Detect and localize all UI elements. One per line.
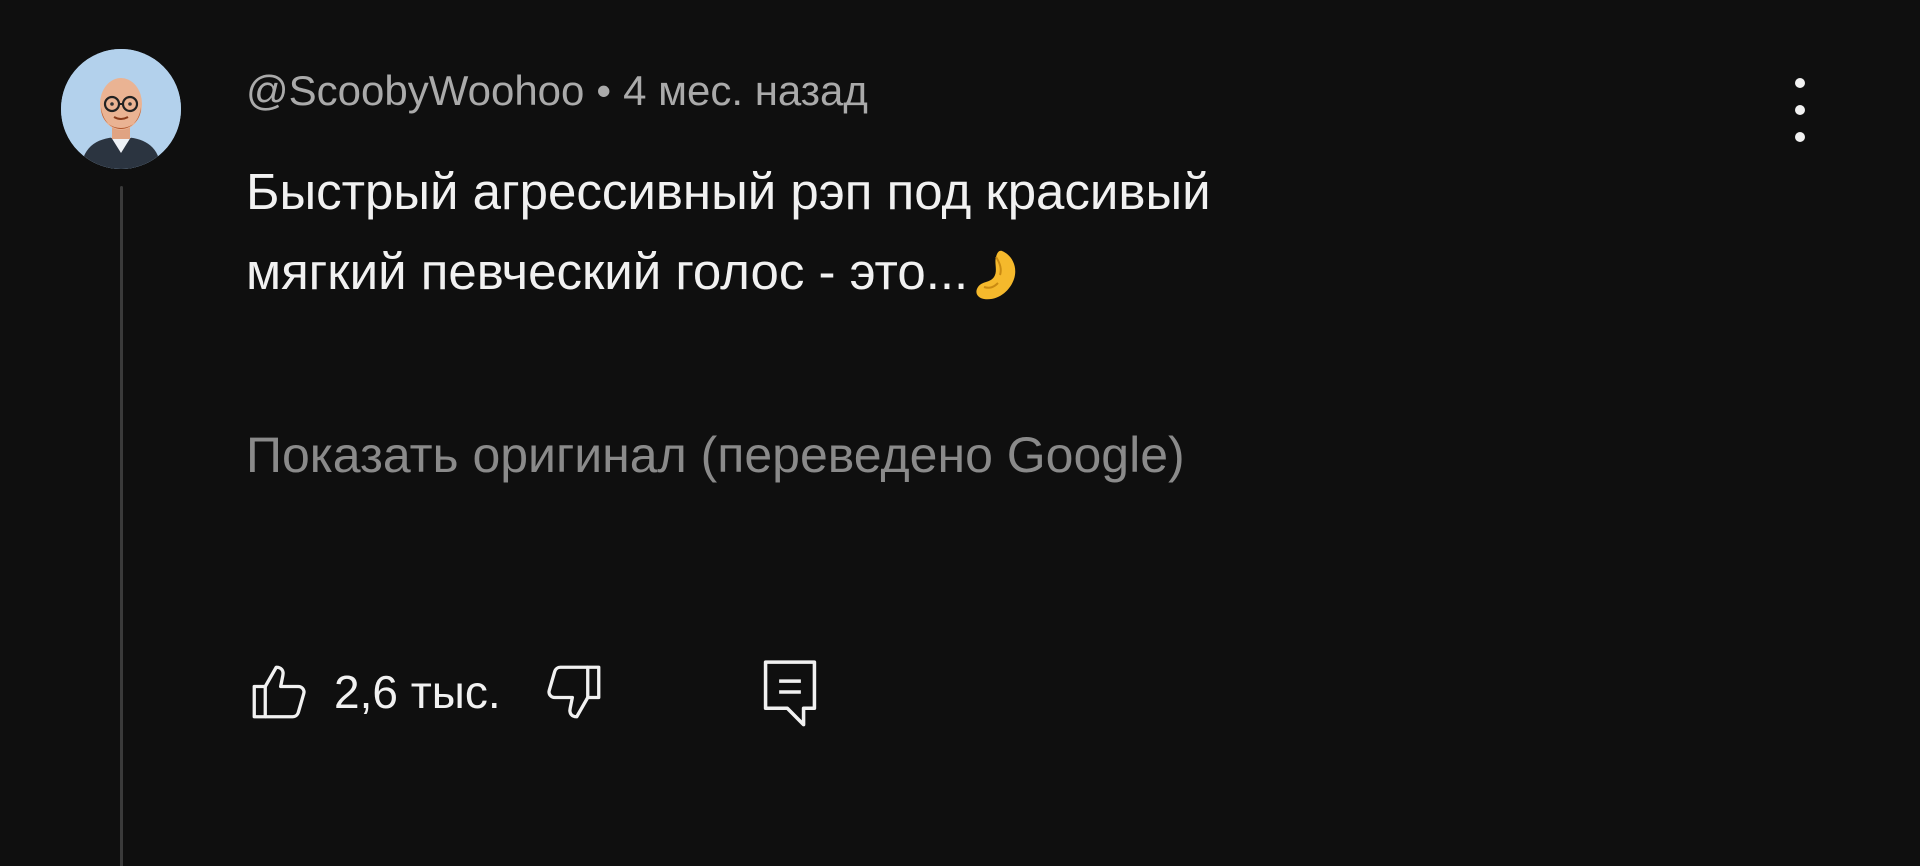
comment-text-line: Быстрый агрессивный рэп под красивый [246, 163, 1211, 220]
comment-text-line: мягкий певческий голос - это... [246, 232, 1646, 312]
avatar-image [61, 49, 181, 169]
more-options-button[interactable] [1778, 72, 1822, 148]
thumbs-up-icon [252, 665, 306, 719]
comment-text: Быстрый агрессивный рэп под красивый мяг… [246, 152, 1646, 312]
thumbs-down-icon [547, 665, 601, 719]
reply-button[interactable] [757, 654, 823, 730]
show-original-link[interactable]: Показать оригинал (переведено Google) [246, 420, 1185, 490]
avatar[interactable] [61, 49, 181, 169]
author-handle[interactable]: @ScoobyWoohoo [246, 67, 584, 114]
more-vertical-icon-dot [1795, 105, 1805, 115]
reply-comment-icon [763, 660, 816, 727]
more-vertical-icon [1795, 78, 1805, 88]
dislike-button[interactable] [541, 659, 607, 725]
like-count: 2,6 тыс. [334, 666, 501, 718]
like-button[interactable] [246, 659, 312, 725]
comment-meta: @ScoobyWoohoo • 4 мес. назад [246, 62, 868, 120]
comment-actions: 2,6 тыс. [246, 652, 823, 732]
more-vertical-icon-dot [1795, 132, 1805, 142]
comment-text-line-content: мягкий певческий голос - это... [246, 243, 969, 300]
thread-line [120, 186, 123, 866]
comment-timestamp[interactable]: 4 мес. назад [623, 67, 868, 114]
meta-separator: • [596, 67, 612, 114]
pinched-fingers-emoji-icon [972, 246, 1022, 302]
